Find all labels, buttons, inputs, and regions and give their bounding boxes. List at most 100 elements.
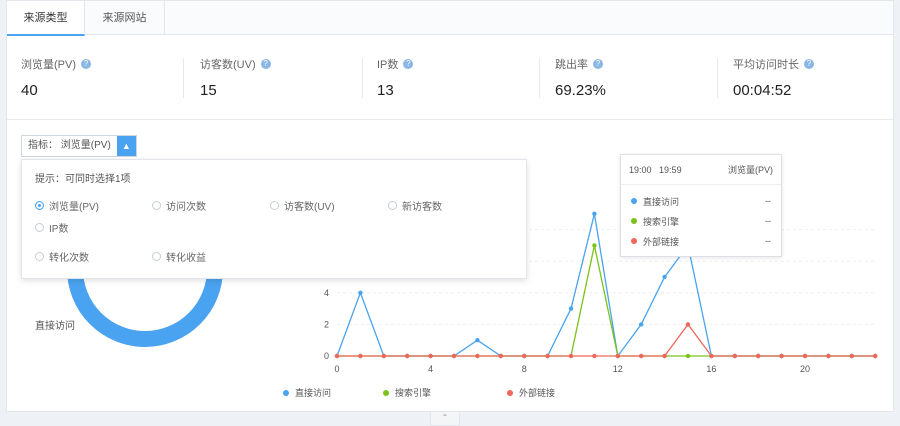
data-point — [358, 353, 363, 359]
radio[interactable] — [152, 252, 161, 261]
source-report-panel: 来源类型 来源网站 浏览量(PV)? 40 访客数(UV)? 15 IP数? 1… — [6, 0, 894, 412]
x-tick-label: 20 — [800, 364, 810, 374]
option-new-visitors[interactable]: 新访客数 — [388, 198, 442, 213]
data-point — [639, 353, 644, 359]
data-point — [381, 353, 386, 359]
option-label: 新访客数 — [402, 202, 442, 213]
tooltip-time-start: 19:00 — [629, 165, 652, 175]
data-point — [849, 353, 854, 359]
legend-item-external[interactable]: 外部链接 — [507, 386, 555, 399]
tooltip-header: 19:00 19:59 浏览量(PV) — [621, 155, 781, 185]
legend-label: 外部链接 — [519, 388, 556, 398]
legend-marker — [383, 389, 389, 396]
option-visits[interactable]: 访问次数 — [152, 198, 206, 213]
data-point — [756, 353, 761, 359]
data-point — [475, 338, 480, 343]
data-point — [802, 353, 808, 359]
data-point — [779, 353, 784, 359]
data-point — [615, 353, 620, 359]
radio[interactable] — [388, 201, 397, 210]
option-ip[interactable]: IP数 — [35, 220, 68, 235]
x-tick-label: 0 — [334, 364, 339, 374]
legend-item-search[interactable]: 搜索引擎 — [383, 386, 431, 399]
y-tick-label: 0 — [324, 351, 329, 361]
data-point — [592, 353, 597, 359]
tooltip-marker — [631, 198, 637, 204]
radio[interactable] — [35, 252, 44, 261]
option-label: 访问次数 — [166, 202, 206, 213]
radio[interactable] — [270, 201, 279, 210]
option-conversions[interactable]: 转化次数 — [35, 249, 89, 264]
x-axis-labels: 0 4 8 12 16 20 — [334, 364, 810, 374]
data-point — [662, 274, 667, 280]
option-uv[interactable]: 访客数(UV) — [270, 198, 335, 213]
data-point — [826, 353, 831, 359]
indicator-selector[interactable]: 指标： 浏览量(PV) ▲ — [21, 135, 137, 157]
option-label: 浏览量(PV) — [49, 202, 99, 213]
data-point — [568, 306, 574, 311]
legend-marker — [283, 389, 289, 396]
option-label: 转化收益 — [166, 253, 206, 264]
option-pv[interactable]: 浏览量(PV) — [35, 198, 99, 213]
tooltip-row-value: -- — [765, 236, 771, 246]
data-point — [568, 353, 574, 359]
data-point — [475, 353, 480, 359]
data-point — [639, 322, 644, 327]
tooltip-marker — [631, 218, 637, 224]
x-tick-label: 4 — [428, 364, 433, 374]
x-tick-label: 16 — [706, 364, 716, 374]
option-label: IP数 — [49, 224, 69, 235]
tooltip-row-value: -- — [765, 216, 771, 226]
x-tick-label: 8 — [522, 364, 527, 374]
tooltip-row: 搜索引擎 -- — [621, 211, 781, 231]
legend-label: 直接访问 — [295, 388, 332, 398]
chart-tooltip: 19:00 19:59 浏览量(PV) 直接访问 -- 搜索引擎 -- 外部链接 -- — [620, 154, 782, 257]
y-axis-labels: 0 2 4 — [324, 288, 329, 361]
data-point — [732, 353, 737, 359]
tooltip-row-value: -- — [765, 196, 771, 206]
data-point — [428, 353, 433, 359]
option-revenue[interactable]: 转化收益 — [152, 249, 206, 264]
donut-label: 直接访问 — [35, 321, 75, 332]
data-point — [405, 353, 410, 359]
data-point — [334, 353, 340, 359]
radio[interactable] — [152, 201, 161, 210]
tooltip-time: 19:00 19:59 — [629, 155, 682, 184]
data-point — [522, 353, 527, 359]
collapse-toggle[interactable]: ⌃ — [430, 412, 460, 426]
radio[interactable] — [35, 223, 44, 232]
chevron-up-icon[interactable]: ⌃ — [442, 413, 449, 422]
tooltip-row-name: 搜索引擎 — [643, 216, 680, 227]
y-tick-label: 2 — [324, 319, 329, 329]
tooltip-marker — [631, 238, 637, 244]
tooltip-row: 直接访问 -- — [621, 191, 781, 211]
option-label: 访客数(UV) — [284, 202, 335, 213]
tooltip-row-name: 外部链接 — [643, 236, 680, 247]
legend-item-direct[interactable]: 直接访问 — [283, 386, 331, 399]
indicator-label: 指标： 浏览量(PV) — [28, 140, 111, 151]
x-tick-label: 12 — [613, 364, 623, 374]
tooltip-row-name: 直接访问 — [643, 196, 680, 207]
data-point — [873, 353, 878, 359]
legend-marker — [507, 389, 513, 396]
indicator-dropdown: 提示：可同时选择1项 浏览量(PV) 访问次数 访客数(UV) 新访客数 IP数… — [21, 159, 527, 279]
data-point — [451, 353, 457, 359]
data-point — [592, 243, 597, 248]
chevron-up-icon[interactable]: ▲ — [116, 136, 136, 156]
legend-label: 搜索引擎 — [395, 388, 432, 398]
data-point — [545, 353, 550, 359]
data-point — [709, 353, 714, 359]
tooltip-time-end: 19:59 — [659, 165, 682, 175]
tooltip-row: 外部链接 -- — [621, 231, 781, 251]
tooltip-metric: 浏览量(PV) — [727, 165, 773, 175]
option-label: 转化次数 — [49, 253, 89, 264]
dropdown-hint: 提示：可同时选择1项 — [35, 174, 131, 185]
y-tick-label: 4 — [324, 288, 329, 298]
series-line — [337, 323, 876, 357]
data-point — [498, 353, 503, 359]
data-point — [592, 211, 597, 216]
data-point — [358, 290, 363, 295]
data-point — [685, 322, 691, 327]
data-point — [662, 353, 667, 359]
radio-selected[interactable] — [35, 201, 44, 210]
